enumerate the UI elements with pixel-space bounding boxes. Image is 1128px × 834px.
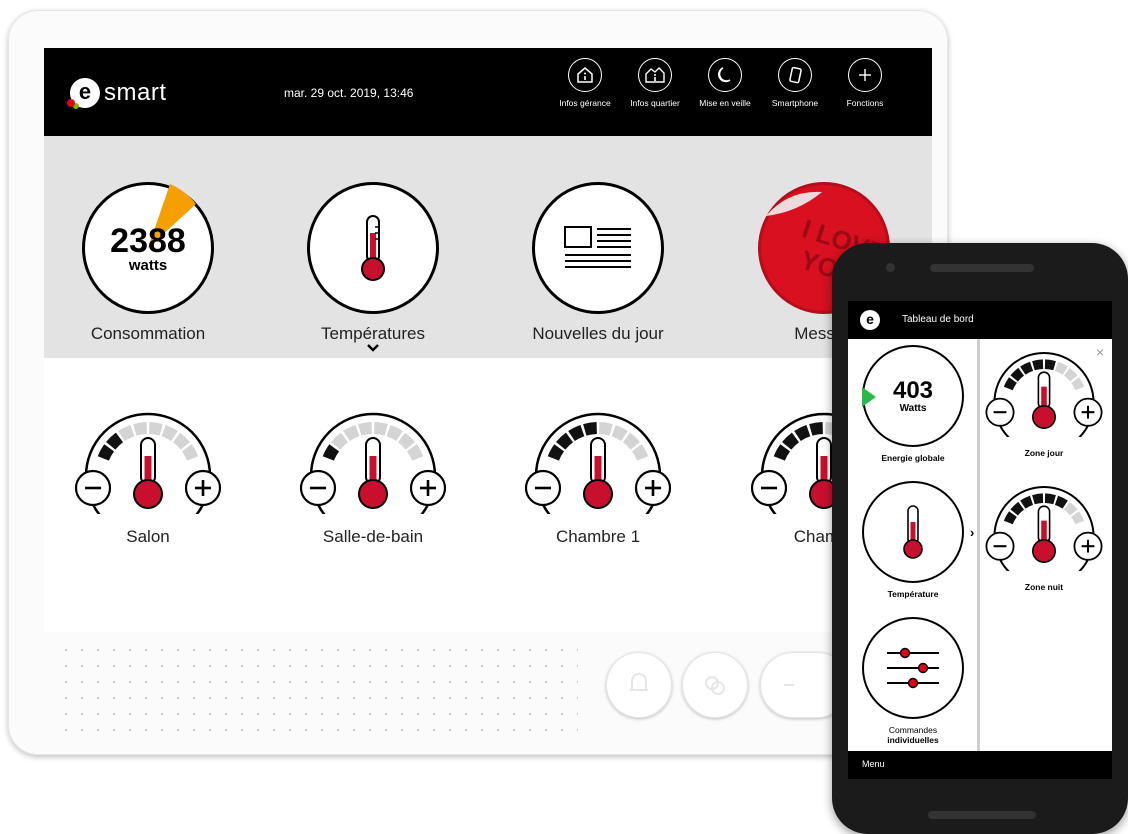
controls-tile[interactable]: Commandes individuelles — [853, 617, 973, 745]
chevron-right-icon: › — [970, 525, 975, 540]
thermometer-icon — [361, 215, 385, 281]
consumption-unit: watts — [128, 256, 168, 274]
column-divider — [977, 339, 980, 751]
infos-quartier-label: Infos quartier — [630, 98, 680, 108]
thermostat-gauge — [299, 412, 447, 540]
chevron-down-icon — [366, 340, 380, 358]
infos-gerance-label: Infos gérance — [559, 98, 611, 108]
hardware-bell-button[interactable] — [606, 652, 672, 718]
energy-circle: 403 Watts — [862, 345, 964, 447]
plus-icon — [848, 58, 882, 92]
thermostat-gauge — [985, 486, 1103, 588]
controls-label: Commandes individuelles — [853, 725, 973, 745]
energy-unit: Watts — [899, 402, 927, 414]
fonctions-label: Fonctions — [846, 98, 884, 108]
phone-screen: e Tableau de bord × 403 Watts Energie gl… — [848, 301, 1112, 779]
thermometer-bulb — [1032, 405, 1056, 429]
newspaper-icon — [564, 226, 631, 268]
play-indicator-icon — [862, 387, 876, 407]
news-tile[interactable]: Nouvelles du jour — [518, 182, 678, 344]
thermometer-icon — [903, 505, 923, 559]
controls-label-line1: Commandes — [888, 725, 938, 735]
hardware-link-button[interactable] — [682, 652, 748, 718]
esmart-logo-small: e — [860, 310, 880, 330]
mise-en-veille-label: Mise en veille — [699, 98, 751, 108]
zone-jour-tile[interactable]: Zone jour — [984, 341, 1104, 458]
infos-gerance-button[interactable]: Infos gérance — [550, 58, 620, 108]
temperatures-circle — [307, 182, 439, 314]
top-bar: e smart mar. 29 oct. 2019, 13:46 Infos g… — [44, 48, 932, 136]
stage: e smart mar. 29 oct. 2019, 13:46 Infos g… — [0, 0, 1128, 834]
bell-icon — [630, 673, 648, 691]
zone-jour-label: Zone jour — [1024, 448, 1064, 458]
temperatures-tile[interactable]: Températures — [293, 182, 453, 344]
mise-en-veille-button[interactable]: Mise en veille — [690, 58, 760, 108]
tablet-screen: e smart mar. 29 oct. 2019, 13:46 Infos g… — [44, 48, 932, 632]
zone-nuit-tile[interactable]: Zone nuit — [984, 475, 1104, 592]
news-label: Nouvelles du jour — [532, 324, 664, 343]
thermometer-bulb — [1032, 539, 1056, 563]
zone-label: Salle-de-bain — [322, 527, 424, 546]
smartphone-icon — [778, 58, 812, 92]
zone-chambre-1[interactable]: Chambre 1 — [518, 404, 678, 547]
house-info-icon — [568, 58, 602, 92]
temperature-circle — [862, 481, 964, 583]
phone-dashboard: × 403 Watts Energie globale Température … — [848, 339, 1112, 751]
fonctions-button[interactable]: Fonctions — [830, 58, 900, 108]
esmart-logo: e smart — [67, 78, 167, 108]
news-circle — [532, 182, 664, 314]
controls-circle — [862, 617, 964, 719]
phone-earpiece — [930, 264, 1034, 272]
moon-icon — [708, 58, 742, 92]
consumption-value: 2388 — [110, 221, 186, 260]
zone-salon[interactable]: Salon — [68, 404, 228, 547]
energy-label: Energie globale — [881, 453, 945, 463]
sliders-icon — [887, 647, 939, 689]
zone-label: Salon — [126, 527, 170, 546]
link-icon — [705, 676, 725, 695]
temperature-label: Température — [887, 589, 939, 599]
phone-title: Tableau de bord — [902, 314, 974, 325]
phone-header: e Tableau de bord — [848, 301, 1112, 339]
thermostat-gauge — [74, 412, 222, 540]
consumption-circle: 2388 watts — [82, 182, 214, 314]
thermometer-bulb — [133, 479, 163, 509]
energy-tile[interactable]: 403 Watts Energie globale — [853, 345, 973, 463]
datetime: mar. 29 oct. 2019, 13:46 — [284, 86, 414, 100]
smartphone-label: Smartphone — [771, 98, 819, 108]
speaker-grille — [58, 642, 578, 742]
consumption-label: Consommation — [90, 324, 206, 343]
zone-label: Chambre 1 — [555, 527, 641, 546]
thermometer-bulb — [358, 479, 388, 509]
temperature-tile[interactable]: Température — [853, 481, 973, 599]
neighborhood-info-icon — [638, 58, 672, 92]
camera-icon — [886, 263, 895, 272]
zone-nuit-label: Zone nuit — [1024, 582, 1064, 592]
thermometer-bulb — [583, 479, 613, 509]
smartphone-button[interactable]: Smartphone — [760, 58, 830, 108]
phone-device: e Tableau de bord × 403 Watts Energie gl… — [832, 243, 1128, 834]
thermostat-gauge — [524, 412, 672, 540]
tablet-device: e smart mar. 29 oct. 2019, 13:46 Infos g… — [8, 10, 948, 755]
infos-quartier-button[interactable]: Infos quartier — [620, 58, 690, 108]
zone-salle-de-bain[interactable]: Salle-de-bain — [293, 404, 453, 547]
logo-text: smart — [104, 79, 167, 106]
energy-value: 403 — [892, 376, 934, 404]
controls-label-line2: individuelles — [887, 735, 939, 745]
logo-e: e — [67, 78, 100, 108]
menu-link[interactable]: Menu — [862, 759, 885, 769]
thermostat-gauge — [985, 352, 1103, 454]
phone-bottom-speaker — [928, 811, 1036, 819]
phone-footer: Menu — [848, 751, 1112, 779]
consumption-tile[interactable]: 2388 watts Consommation — [68, 182, 228, 344]
